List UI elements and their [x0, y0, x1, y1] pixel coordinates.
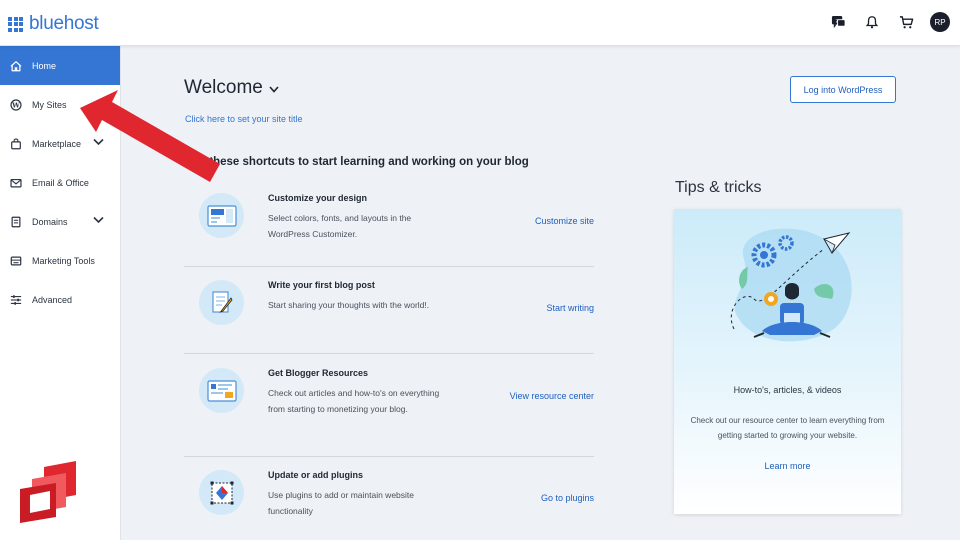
shortcut-title: Get Blogger Resources: [268, 368, 369, 378]
wordpress-icon: W: [9, 98, 23, 112]
view-resource-center-link[interactable]: View resource center: [510, 391, 594, 401]
shortcut-description: Use plugins to add or maintain website f…: [268, 490, 414, 516]
shortcut-customize-design: Customize your design Select colors, fon…: [184, 193, 594, 242]
shortcut-body: Customize your design Select colors, fon…: [268, 193, 448, 242]
tips-card: How-to's, articles, & videos Check out o…: [674, 209, 901, 514]
shopping-bag-icon: [9, 137, 23, 151]
bell-icon[interactable]: [862, 12, 882, 32]
divider: [184, 456, 594, 457]
logo-grid-icon: [8, 16, 23, 32]
shortcut-body: Get Blogger Resources Check out articles…: [268, 368, 448, 417]
main-content: Welcome Click here to set your site titl…: [121, 46, 960, 540]
chevron-down-icon[interactable]: [93, 216, 104, 226]
sidebar-item-label: Home: [32, 60, 57, 71]
sidebar-item-label: My Sites: [32, 99, 67, 110]
tips-heading: Tips & tricks: [675, 179, 762, 196]
shortcut-blogger-resources: Get Blogger Resources Check out articles…: [184, 368, 594, 417]
shortcut-title: Customize your design: [268, 193, 368, 203]
log-into-wordpress-button[interactable]: Log into WordPress: [790, 76, 896, 103]
top-bar: bluehost ? RP: [0, 0, 960, 46]
watermark-logo-icon: [18, 461, 82, 528]
divider: [184, 266, 594, 267]
logo-text: bluehost: [29, 13, 99, 34]
shortcut-title: Write your first blog post: [268, 280, 375, 290]
go-to-plugins-link[interactable]: Go to plugins: [541, 493, 594, 503]
tips-subtitle: How-to's, articles, & videos: [733, 385, 842, 395]
tips-illustration: [714, 219, 864, 354]
plugins-icon: [199, 470, 244, 515]
tips-description: Check out our resource center to learn e…: [690, 416, 885, 440]
shortcut-write-post: Write your first blog post Start sharing…: [184, 280, 594, 325]
shortcuts-heading: Use these shortcuts to start learning an…: [185, 156, 529, 168]
avatar[interactable]: RP: [930, 12, 950, 32]
shortcut-title: Update or add plugins: [268, 470, 364, 480]
shortcut-plugins: Update or add plugins Use plugins to add…: [184, 470, 594, 519]
shortcut-description: Select colors, fonts, and layouts in the…: [268, 213, 412, 239]
sidebar-item-label: Domains: [32, 216, 68, 227]
start-writing-link[interactable]: Start writing: [546, 303, 594, 313]
sidebar-item-marketing-tools[interactable]: Marketing Tools: [0, 241, 120, 280]
domains-icon: [9, 215, 23, 229]
mail-icon: [9, 176, 23, 190]
sidebar-item-domains[interactable]: Domains: [0, 202, 120, 241]
resources-icon: [199, 368, 244, 413]
customize-site-link[interactable]: Customize site: [535, 216, 594, 226]
learn-more-link[interactable]: Learn more: [674, 461, 901, 471]
shortcut-description: Start sharing your thoughts with the wor…: [268, 300, 430, 310]
sliders-icon: [9, 293, 23, 307]
bluehost-logo[interactable]: bluehost: [8, 13, 99, 35]
divider: [184, 353, 594, 354]
cart-icon[interactable]: [896, 12, 916, 32]
shortcut-body: Update or add plugins Use plugins to add…: [268, 470, 448, 519]
top-icons: ? RP: [828, 12, 950, 32]
chevron-down-icon: [269, 77, 279, 99]
sidebar-item-home[interactable]: Home: [0, 46, 120, 85]
svg-text:?: ?: [835, 18, 838, 24]
shortcut-description: Check out articles and how-to's on every…: [268, 388, 440, 414]
svg-text:W: W: [11, 101, 20, 109]
marketing-icon: [9, 254, 23, 268]
home-icon: [9, 59, 23, 73]
sidebar-item-label: Advanced: [32, 294, 73, 305]
sidebar-item-label: Marketing Tools: [32, 255, 95, 266]
write-icon: [199, 280, 244, 325]
red-arrow-annotation-icon: [74, 86, 224, 201]
chat-icon[interactable]: ?: [828, 12, 848, 32]
shortcut-body: Write your first blog post Start sharing…: [268, 280, 448, 325]
sidebar-item-advanced[interactable]: Advanced: [0, 280, 120, 319]
